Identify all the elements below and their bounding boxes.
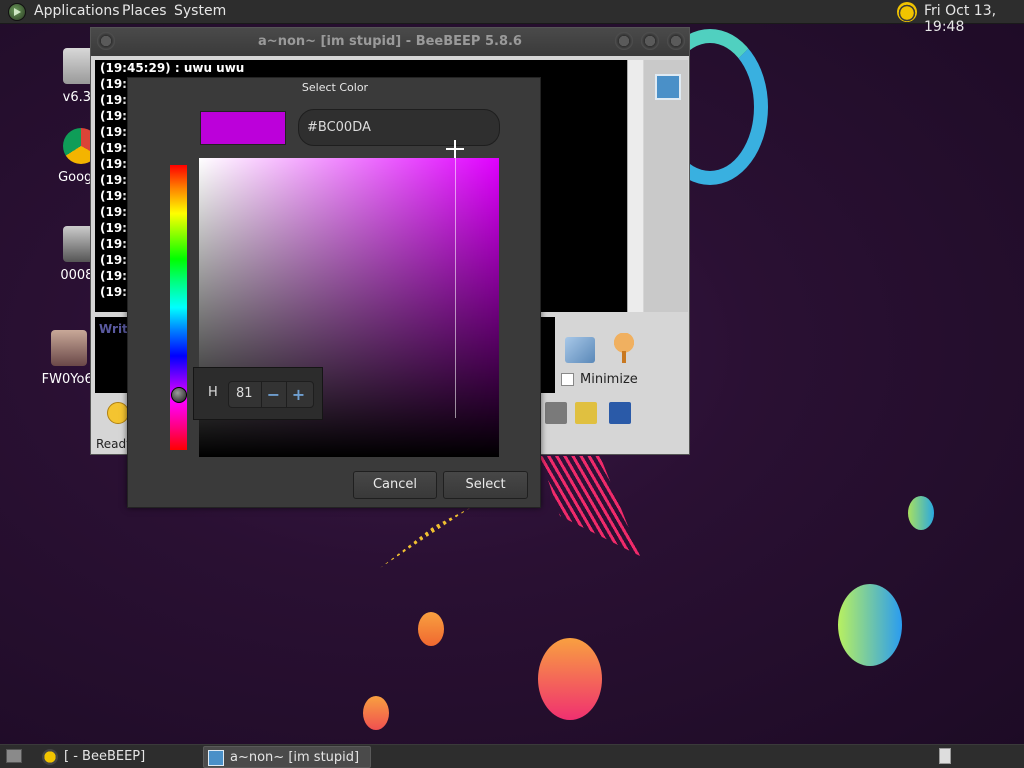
image-file-icon xyxy=(51,330,87,366)
hue-slider[interactable] xyxy=(170,165,187,450)
minimize-checkbox[interactable] xyxy=(561,373,574,386)
increment-button[interactable]: + xyxy=(286,382,310,407)
send-file-icon[interactable] xyxy=(565,337,595,363)
stripe-decoration xyxy=(380,508,470,568)
decrement-button[interactable]: − xyxy=(261,382,285,407)
emoji-icon[interactable] xyxy=(107,402,129,424)
crosshair-cursor-icon xyxy=(446,140,464,158)
hue-value[interactable]: 81 xyxy=(236,386,253,401)
cancel-button[interactable]: Cancel xyxy=(353,471,437,499)
bottom-panel: [ - BeeBEEP] a~non~ [im stupid] ... xyxy=(0,744,1024,768)
taskbar-item-label: [ - BeeBEEP] xyxy=(64,749,146,764)
ball-decoration xyxy=(908,496,934,530)
window-menu-icon[interactable] xyxy=(97,32,115,50)
taskbar-item-chat[interactable]: a~non~ [im stupid] ... xyxy=(203,746,371,768)
chat-message: (19:45:29) : uwu uwu xyxy=(100,61,245,75)
ball-decoration xyxy=(838,584,902,666)
minimize-window-icon[interactable] xyxy=(615,32,633,50)
stripe-decoration xyxy=(540,456,640,556)
ball-decoration xyxy=(418,612,444,646)
show-desktop-icon[interactable] xyxy=(6,749,22,763)
menu-applications[interactable]: Applications xyxy=(34,3,120,19)
taskbar-item-beebeep[interactable]: [ - BeeBEEP] xyxy=(38,746,198,768)
plane-marker-line xyxy=(455,158,456,418)
select-button[interactable]: Select xyxy=(443,471,528,499)
top-panel: Applications Places System Fri Oct 13, 1… xyxy=(0,0,1024,35)
applications-icon[interactable] xyxy=(8,3,26,21)
beebeep-tray-icon[interactable] xyxy=(897,2,917,22)
hex-color-input[interactable]: #BC00DA xyxy=(298,109,500,146)
save-icon[interactable] xyxy=(609,402,631,424)
maximize-window-icon[interactable] xyxy=(641,32,659,50)
user-list xyxy=(644,60,688,312)
window-title[interactable]: a~non~ [im stupid] - BeeBEEP 5.8.6 xyxy=(91,28,689,56)
hue-label: H xyxy=(208,385,218,400)
edit-icon[interactable] xyxy=(575,402,597,424)
clock[interactable]: Fri Oct 13, 19:48 xyxy=(924,3,1024,35)
microphone-icon[interactable] xyxy=(613,333,635,365)
hue-editor-popup: H 81 − + xyxy=(193,367,323,420)
color-swatch xyxy=(200,111,286,145)
taskbar-item-label: a~non~ [im stupid] ... xyxy=(230,750,360,765)
menu-system[interactable]: System xyxy=(174,3,226,19)
ball-decoration xyxy=(363,696,389,730)
chat-scrollbar[interactable] xyxy=(627,60,643,312)
menu-places[interactable]: Places xyxy=(122,3,167,19)
trash-icon[interactable] xyxy=(939,748,951,764)
bee-icon xyxy=(42,749,58,765)
dialog-title: Select Color xyxy=(301,81,369,94)
hue-slider-handle[interactable] xyxy=(171,387,187,403)
close-window-icon[interactable] xyxy=(667,32,685,50)
user-avatar-icon[interactable] xyxy=(655,74,681,100)
calendar-icon[interactable] xyxy=(545,402,567,424)
minimize-label: Minimize xyxy=(580,372,638,387)
user-icon xyxy=(208,750,224,766)
hue-spinbutton[interactable]: 81 − + xyxy=(228,381,314,408)
ball-decoration xyxy=(538,638,602,720)
select-color-dialog: Select Color #BC00DA H 81 − + Cancel Sel… xyxy=(127,77,541,508)
desktop-icon-label: FW0Yo6i xyxy=(41,372,97,387)
